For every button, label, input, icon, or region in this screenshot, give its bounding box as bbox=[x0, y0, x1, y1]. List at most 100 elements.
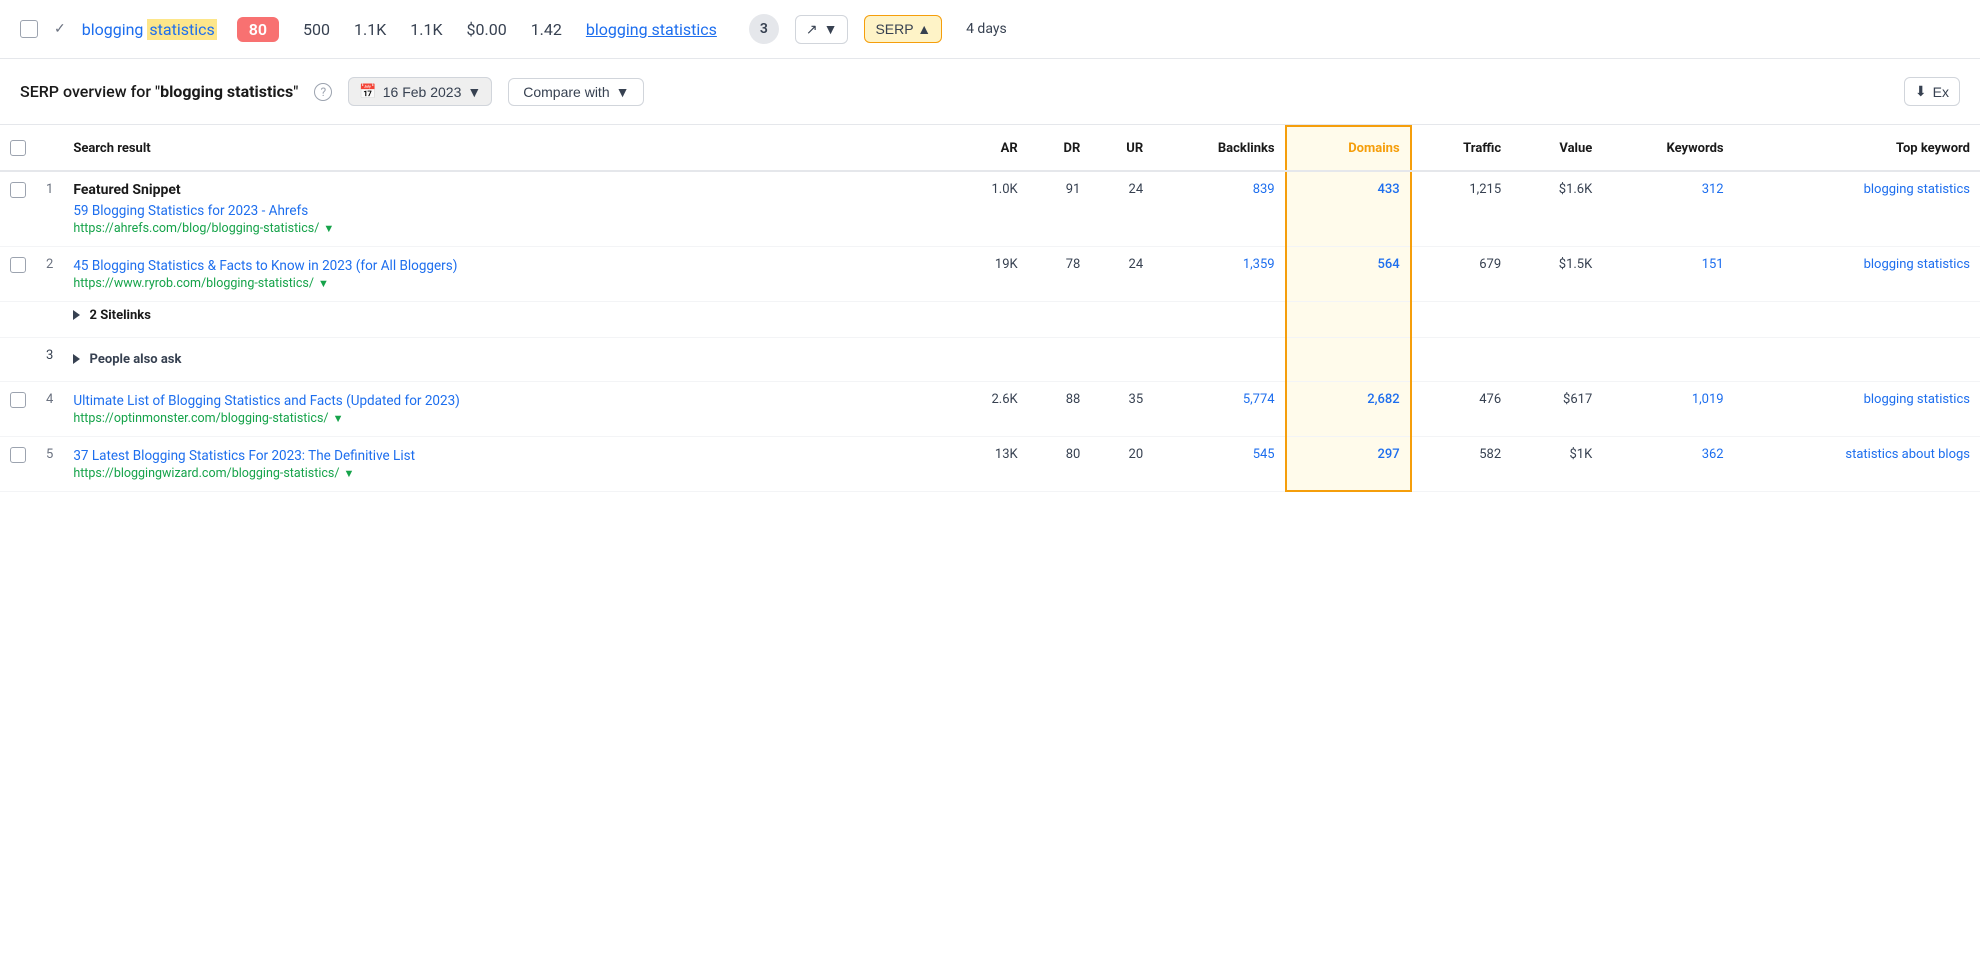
result-url-link[interactable]: https://optinmonster.com/blogging-statis… bbox=[73, 411, 343, 426]
th-ur: UR bbox=[1090, 126, 1153, 171]
top-bar: ✓ blogging statistics 80 500 1.1K 1.1K $… bbox=[0, 0, 1980, 59]
row-search-result: 45 Blogging Statistics & Facts to Know i… bbox=[63, 246, 949, 301]
results-table: Search result AR DR UR Backlinks Domains… bbox=[0, 125, 1980, 492]
row-ar: 1.0K bbox=[949, 171, 1028, 246]
row-traffic: 679 bbox=[1411, 246, 1511, 301]
triangle-icon[interactable] bbox=[73, 310, 80, 320]
row-dr: 78 bbox=[1028, 246, 1091, 301]
row-checkbox[interactable] bbox=[10, 257, 26, 273]
table-row: 5 37 Latest Blogging Statistics For 2023… bbox=[0, 436, 1980, 491]
sitelinks-traffic-empty bbox=[1411, 301, 1511, 337]
result-url-link[interactable]: https://www.ryrob.com/blogging-statistic… bbox=[73, 276, 329, 291]
table-header-row: Search result AR DR UR Backlinks Domains… bbox=[0, 126, 1980, 171]
row-traffic: 1,215 bbox=[1411, 171, 1511, 246]
sitelinks-row: 2 Sitelinks bbox=[0, 301, 1980, 337]
row-ar: 13K bbox=[949, 436, 1028, 491]
people-also-ask-cell: People also ask bbox=[63, 337, 949, 381]
trend-icon: ↗ bbox=[806, 21, 818, 38]
top-keyword-link[interactable]: blogging statistics bbox=[82, 20, 217, 39]
table-row: 2 45 Blogging Statistics & Facts to Know… bbox=[0, 246, 1980, 301]
result-title-link[interactable]: Ultimate List of Blogging Statistics and… bbox=[73, 392, 939, 411]
row-checkbox[interactable] bbox=[10, 182, 26, 198]
row-checkbox-cell bbox=[0, 171, 36, 246]
th-domains: Domains bbox=[1286, 126, 1411, 171]
compare-button[interactable]: Compare with ▼ bbox=[508, 78, 644, 106]
header-checkbox[interactable] bbox=[10, 140, 26, 156]
table-row: 4 Ultimate List of Blogging Statistics a… bbox=[0, 381, 1980, 436]
url-dropdown-arrow: ▼ bbox=[344, 467, 355, 480]
row-value-empty bbox=[1511, 337, 1602, 381]
row-search-result: 37 Latest Blogging Statistics For 2023: … bbox=[63, 436, 949, 491]
result-title-link[interactable]: 45 Blogging Statistics & Facts to Know i… bbox=[73, 257, 939, 276]
th-dr: DR bbox=[1028, 126, 1091, 171]
th-keywords: Keywords bbox=[1602, 126, 1733, 171]
row-backlinks-empty bbox=[1153, 337, 1285, 381]
featured-snippet-label: Featured Snippet bbox=[73, 182, 939, 198]
row-ar: 19K bbox=[949, 246, 1028, 301]
row-ar: 2.6K bbox=[949, 381, 1028, 436]
row-domains-empty bbox=[1286, 337, 1411, 381]
row-value: $1.5K bbox=[1511, 246, 1602, 301]
row-top-keyword: statistics about blogs bbox=[1734, 436, 1980, 491]
compare-dropdown-arrow: ▼ bbox=[616, 84, 630, 100]
trend-dropdown-arrow: ▼ bbox=[824, 21, 838, 37]
number-badge: 3 bbox=[749, 14, 779, 44]
top-bar-checkbox[interactable] bbox=[20, 20, 38, 38]
help-icon[interactable]: ? bbox=[314, 83, 332, 101]
row-value: $1K bbox=[1511, 436, 1602, 491]
row-backlinks: 545 bbox=[1153, 436, 1285, 491]
sitelinks-topkw-empty bbox=[1734, 301, 1980, 337]
trend-button[interactable]: ↗ ▼ bbox=[795, 15, 849, 44]
people-ask-label: People also ask bbox=[90, 352, 182, 367]
result-url-link[interactable]: https://ahrefs.com/blog/blogging-statist… bbox=[73, 221, 334, 236]
top-keyword-link-2[interactable]: blogging statistics bbox=[586, 20, 717, 39]
row-domains: 2,682 bbox=[1286, 381, 1411, 436]
date-dropdown-arrow: ▼ bbox=[467, 84, 481, 100]
row-keywords-empty bbox=[1602, 337, 1733, 381]
row-backlinks: 1,359 bbox=[1153, 246, 1285, 301]
calendar-icon: 📅 bbox=[359, 83, 376, 100]
days-text: 4 days bbox=[966, 21, 1007, 37]
row-top-keyword: blogging statistics bbox=[1734, 171, 1980, 246]
row-value: $1.6K bbox=[1511, 171, 1602, 246]
row-ar-empty bbox=[949, 337, 1028, 381]
row-backlinks: 5,774 bbox=[1153, 381, 1285, 436]
result-url-link[interactable]: https://bloggingwizard.com/blogging-stat… bbox=[73, 466, 354, 481]
row-search-result: Featured Snippet 59 Blogging Statistics … bbox=[63, 171, 949, 246]
row-ur: 35 bbox=[1090, 381, 1153, 436]
stat-0-00: $0.00 bbox=[467, 20, 507, 39]
th-checkbox bbox=[0, 126, 36, 171]
url-dropdown-arrow: ▼ bbox=[323, 222, 334, 235]
result-title-link[interactable]: 37 Latest Blogging Statistics For 2023: … bbox=[73, 447, 939, 466]
row-keywords: 1,019 bbox=[1602, 381, 1733, 436]
th-value: Value bbox=[1511, 126, 1602, 171]
date-label: 16 Feb 2023 bbox=[383, 84, 462, 100]
row-number: 1 bbox=[36, 171, 63, 246]
th-backlinks: Backlinks bbox=[1153, 126, 1285, 171]
th-search-result: Search result bbox=[63, 126, 949, 171]
export-button[interactable]: ⬇ Ex bbox=[1904, 77, 1960, 106]
row-dr: 91 bbox=[1028, 171, 1091, 246]
checkmark-icon: ✓ bbox=[54, 21, 66, 37]
result-title-link[interactable]: 59 Blogging Statistics for 2023 - Ahrefs bbox=[73, 202, 939, 221]
keyword-highlight: statistics bbox=[147, 19, 216, 40]
row-number: 4 bbox=[36, 381, 63, 436]
row-domains: 433 bbox=[1286, 171, 1411, 246]
row-top-keyword: blogging statistics bbox=[1734, 381, 1980, 436]
sitelinks-backlinks-empty bbox=[1153, 301, 1285, 337]
date-picker[interactable]: 📅 16 Feb 2023 ▼ bbox=[348, 77, 492, 106]
sitelinks-ar-empty bbox=[949, 301, 1028, 337]
export-icon: ⬇ bbox=[1915, 83, 1927, 100]
row-checkbox-cell bbox=[0, 436, 36, 491]
serp-button[interactable]: SERP ▲ bbox=[864, 15, 942, 43]
row-number: 2 bbox=[36, 246, 63, 301]
row-dr: 88 bbox=[1028, 381, 1091, 436]
row-backlinks: 839 bbox=[1153, 171, 1285, 246]
row-checkbox[interactable] bbox=[10, 392, 26, 408]
export-label: Ex bbox=[1933, 84, 1949, 100]
row-checkbox[interactable] bbox=[10, 447, 26, 463]
sitelinks-keywords-empty bbox=[1602, 301, 1733, 337]
stat-1-1k-2: 1.1K bbox=[410, 20, 442, 39]
serp-title-prefix: SERP overview for bbox=[20, 82, 155, 101]
triangle-icon bbox=[73, 354, 80, 364]
